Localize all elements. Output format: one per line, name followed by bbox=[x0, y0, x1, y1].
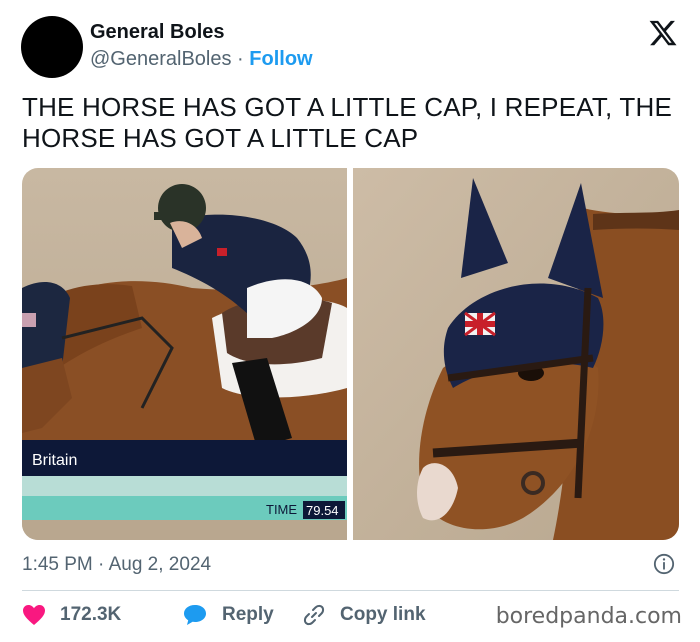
reply-label: Reply bbox=[222, 604, 274, 625]
reply-button[interactable]: Reply bbox=[182, 603, 302, 627]
media-grid: Britain TIME 79.54 bbox=[22, 168, 679, 540]
author-name[interactable]: General Boles bbox=[90, 21, 225, 44]
like-count: 172.3K bbox=[60, 604, 122, 625]
x-logo-icon[interactable] bbox=[648, 18, 678, 48]
tweet-card: General Boles @GeneralBoles · Follow THE… bbox=[0, 0, 700, 642]
action-bar: 172.3K Reply Copy link bbox=[22, 600, 426, 630]
overlay-country: Britain bbox=[32, 452, 77, 469]
overlay-time-value: 79.54 bbox=[306, 503, 339, 518]
link-icon bbox=[303, 604, 325, 626]
speech-bubble-icon bbox=[184, 605, 206, 625]
heart-icon bbox=[23, 605, 45, 625]
follow-button[interactable]: Follow bbox=[249, 48, 312, 70]
handle-separator: · bbox=[237, 48, 244, 70]
author-handle-row: @GeneralBoles · Follow bbox=[90, 48, 313, 71]
watermark: boredpanda.com bbox=[495, 604, 682, 629]
divider bbox=[22, 590, 679, 591]
copy-link-label: Copy link bbox=[340, 604, 426, 625]
author-handle[interactable]: @GeneralBoles bbox=[90, 48, 231, 70]
like-button[interactable]: 172.3K bbox=[22, 604, 182, 626]
photo-horse-cap[interactable] bbox=[353, 168, 679, 540]
info-icon[interactable] bbox=[653, 553, 675, 575]
copy-link-button[interactable]: Copy link bbox=[302, 603, 426, 627]
overlay-time-label: TIME bbox=[266, 502, 297, 517]
tweet-text: THE HORSE HAS GOT A LITTLE CAP, I REPEAT… bbox=[22, 92, 673, 153]
photo-rider[interactable]: Britain TIME 79.54 bbox=[22, 168, 347, 540]
tweet-timestamp[interactable]: 1:45 PM · Aug 2, 2024 bbox=[22, 554, 211, 576]
avatar[interactable] bbox=[21, 16, 83, 78]
